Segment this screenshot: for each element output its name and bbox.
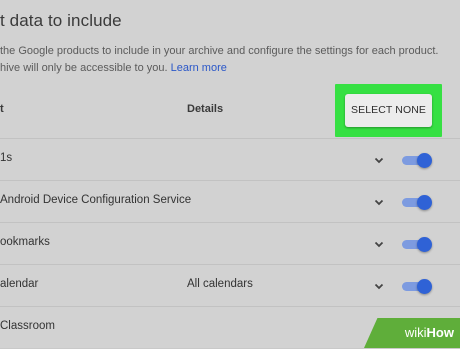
include-toggle[interactable] [402, 237, 432, 252]
table-row: 1s [0, 138, 460, 181]
chevron-down-icon[interactable] [372, 279, 386, 293]
product-detail: All calendars [187, 278, 253, 290]
select-none-button[interactable]: SELECT NONE [345, 94, 432, 127]
watermark-wiki: wiki [404, 325, 427, 340]
table-row: alendar All calendars [0, 264, 460, 307]
toggle-knob [417, 195, 432, 210]
description-line-2-text: hive will only be accessible to you. [0, 62, 168, 74]
chevron-down-icon[interactable] [372, 195, 386, 209]
page-title: t data to include [0, 11, 122, 30]
takeout-page: t data to include the Google products to… [0, 0, 460, 348]
toggle-knob [417, 279, 432, 294]
watermark-how: How [426, 325, 454, 340]
product-label: alendar [0, 278, 39, 290]
include-toggle[interactable] [402, 279, 432, 294]
wikihow-watermark: wikiHow [364, 318, 460, 348]
chevron-down-icon[interactable] [372, 153, 386, 167]
include-toggle[interactable] [402, 153, 432, 168]
table-row: ookmarks [0, 222, 460, 265]
select-none-highlight: SELECT NONE [335, 84, 442, 137]
toggle-knob [417, 237, 432, 252]
include-toggle[interactable] [402, 195, 432, 210]
toggle-knob [417, 153, 432, 168]
product-label: ookmarks [0, 236, 50, 248]
column-header-details: Details [187, 103, 224, 115]
chevron-down-icon[interactable] [372, 237, 386, 251]
product-label: Classroom [0, 320, 55, 332]
product-label: 1s [0, 152, 13, 164]
table-row: Android Device Configuration Service [0, 180, 460, 223]
learn-more-link[interactable]: Learn more [171, 62, 227, 74]
description-line-2: hive will only be accessible to you. Lea… [0, 59, 450, 78]
product-label: Android Device Configuration Service [0, 194, 192, 206]
column-header-product: t [0, 103, 4, 115]
